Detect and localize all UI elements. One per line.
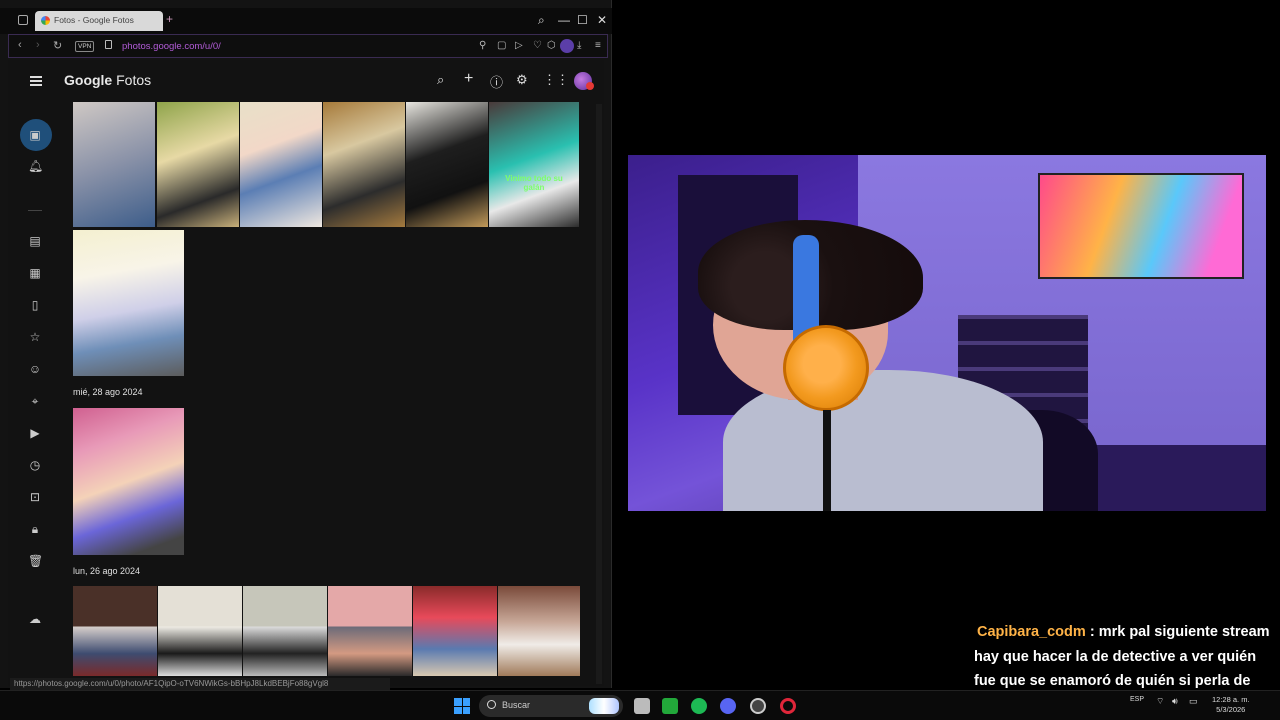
vpn-badge[interactable]: VPN — [75, 41, 95, 52]
places-icon[interactable]: ⌖ — [28, 394, 42, 408]
tab-google-fotos[interactable]: Fotos - Google Fotos — [35, 11, 163, 31]
tab-title: Fotos - Google Fotos — [54, 15, 134, 25]
search-icon — [487, 700, 496, 709]
address-bar: ‹ › ↻ VPN photos.google.com/u/0/ ⚲ ▢ ▷ ♡… — [8, 34, 608, 58]
wall-painting — [1038, 173, 1244, 279]
spotify-icon[interactable] — [691, 698, 707, 714]
locked-folder-icon[interactable]: 🔒︎ — [28, 522, 42, 536]
tab-sidebar-icon[interactable] — [18, 15, 28, 25]
cloud-icon[interactable]: ☁ — [28, 612, 42, 626]
google-fotos-logo[interactable]: Google Fotos — [64, 72, 151, 88]
photo-thumbnail[interactable] — [323, 102, 405, 227]
url-field[interactable]: photos.google.com/u/0/ — [122, 41, 221, 52]
volume-icon[interactable]: 🔊︎ — [1172, 696, 1178, 707]
apps-grid-icon[interactable]: ⋮⋮ — [543, 72, 569, 88]
profile-avatar[interactable] — [560, 39, 574, 53]
photo-thumbnail[interactable] — [498, 586, 580, 676]
browser-window: Fotos - Google Fotos + ⌕ — ☐ ✕ ‹ › ↻ VPN… — [0, 0, 612, 690]
google-photos-app: Google Fotos ⌕ + ⓘ ⚙ ⋮⋮ ▣ 🔔︎ ▤ ▦ ▯ ☆ ☺ ⌖… — [8, 60, 604, 686]
photo-thumbnail[interactable] — [240, 102, 322, 227]
photo-thumbnail[interactable] — [73, 586, 157, 676]
maximize-icon[interactable]: ☐ — [577, 13, 588, 27]
discord-icon[interactable] — [720, 698, 736, 714]
search-highlight-icon — [589, 698, 619, 714]
tab-bar: Fotos - Google Fotos + ⌕ — ☐ ✕ — [0, 8, 612, 34]
screen: Fotos - Google Fotos + ⌕ — ☐ ✕ ‹ › ↻ VPN… — [0, 0, 1280, 720]
minecraft-icon[interactable] — [662, 698, 678, 714]
webcam-feed — [628, 155, 1266, 511]
photo-thumbnail[interactable] — [328, 586, 412, 676]
videos-icon[interactable]: ▶ — [28, 426, 42, 440]
chat-username: Capibara_codm — [977, 624, 1086, 640]
close-icon[interactable]: ✕ — [597, 13, 607, 27]
rail-divider — [28, 210, 42, 211]
language-indicator[interactable]: ESP — [1130, 696, 1144, 703]
cube-icon[interactable]: ⬡ — [547, 40, 556, 51]
screenshots-icon[interactable]: ▯ — [28, 298, 42, 312]
status-link-preview: https://photos.google.com/u/0/photo/AF1Q… — [10, 678, 390, 690]
photo-thumbnail[interactable] — [73, 102, 155, 227]
archive-icon[interactable]: ⊡ — [28, 490, 42, 504]
taskbar-search[interactable]: Buscar — [479, 695, 623, 717]
headphones-cup — [783, 325, 869, 411]
forward-icon[interactable]: › — [36, 39, 40, 51]
date-header: lun, 26 ago 2024 — [73, 566, 141, 576]
photo-thumbnail[interactable] — [158, 586, 242, 676]
windows-start-icon[interactable] — [454, 698, 470, 714]
photo-caption: Vinimo todo su galán — [505, 174, 563, 192]
battery-icon[interactable]: ▭ — [1189, 696, 1198, 707]
trash-icon[interactable]: 🗑︎ — [28, 554, 43, 568]
documents-icon[interactable]: ▦ — [28, 266, 42, 280]
taskbar-search-placeholder: Buscar — [502, 700, 531, 710]
photo-thumbnail[interactable]: Vinimo todo su galán — [489, 102, 579, 227]
task-view-icon[interactable] — [634, 698, 650, 714]
lock-icon[interactable] — [105, 40, 112, 49]
heart-icon[interactable]: ♡ — [533, 40, 542, 51]
opera-gx-icon[interactable] — [750, 698, 766, 714]
photo-thumbnail[interactable] — [413, 586, 497, 676]
minimize-icon[interactable]: — — [558, 13, 570, 27]
clock-date: 5/3/2026 — [1216, 705, 1246, 714]
play-icon[interactable]: ▷ — [515, 40, 523, 51]
menu-icon[interactable]: ≡ — [595, 40, 601, 51]
photo-thumbnail[interactable] — [406, 102, 488, 227]
gear-icon[interactable]: ⚙ — [516, 72, 528, 88]
microphone-arm — [823, 410, 831, 511]
new-tab-button[interactable]: + — [166, 12, 173, 26]
notification-badge — [586, 82, 594, 90]
star-icon[interactable]: ☆ — [28, 330, 42, 344]
scrollbar[interactable] — [596, 104, 602, 684]
bell-icon[interactable]: 🔔︎ — [28, 159, 43, 173]
date-header: mié, 28 ago 2024 — [73, 387, 143, 397]
photo-thumbnail[interactable] — [157, 102, 239, 227]
plus-icon[interactable]: + — [464, 70, 473, 88]
search-icon[interactable]: ⌕ — [437, 72, 444, 88]
taskbar: Buscar ESP ⌔ 🔊︎ ▭ 12:28 a. m. 5/3/2026 — [0, 690, 1280, 720]
search-tabs-icon[interactable]: ⌕ — [538, 13, 545, 27]
chat-separator: : — [1085, 624, 1099, 640]
wifi-icon[interactable]: ⌔ — [1156, 696, 1164, 707]
google-photos-favicon-icon — [41, 16, 50, 25]
photos-icon[interactable]: ▣ — [28, 128, 42, 142]
clock[interactable]: 12:28 a. m. 5/3/2026 — [1212, 695, 1250, 715]
albums-icon[interactable]: ▤ — [28, 234, 42, 248]
help-icon[interactable]: ⓘ — [490, 72, 503, 91]
download-icon[interactable]: ⤓ — [577, 40, 581, 51]
clock-time: 12:28 a. m. — [1212, 695, 1250, 704]
main-menu-icon[interactable] — [30, 76, 42, 86]
snapshot-icon[interactable]: ▢ — [497, 40, 506, 51]
back-icon[interactable]: ‹ — [18, 39, 22, 51]
photo-thumbnail[interactable] — [243, 586, 327, 676]
photo-thumbnail[interactable] — [73, 230, 184, 376]
reload-icon[interactable]: ↻ — [53, 39, 62, 52]
opera-icon[interactable] — [780, 698, 796, 714]
history-icon[interactable]: ◷ — [28, 458, 42, 472]
people-icon[interactable]: ☺ — [28, 362, 42, 376]
pin-icon[interactable]: ⚲ — [479, 40, 486, 51]
photo-thumbnail[interactable] — [73, 408, 184, 555]
